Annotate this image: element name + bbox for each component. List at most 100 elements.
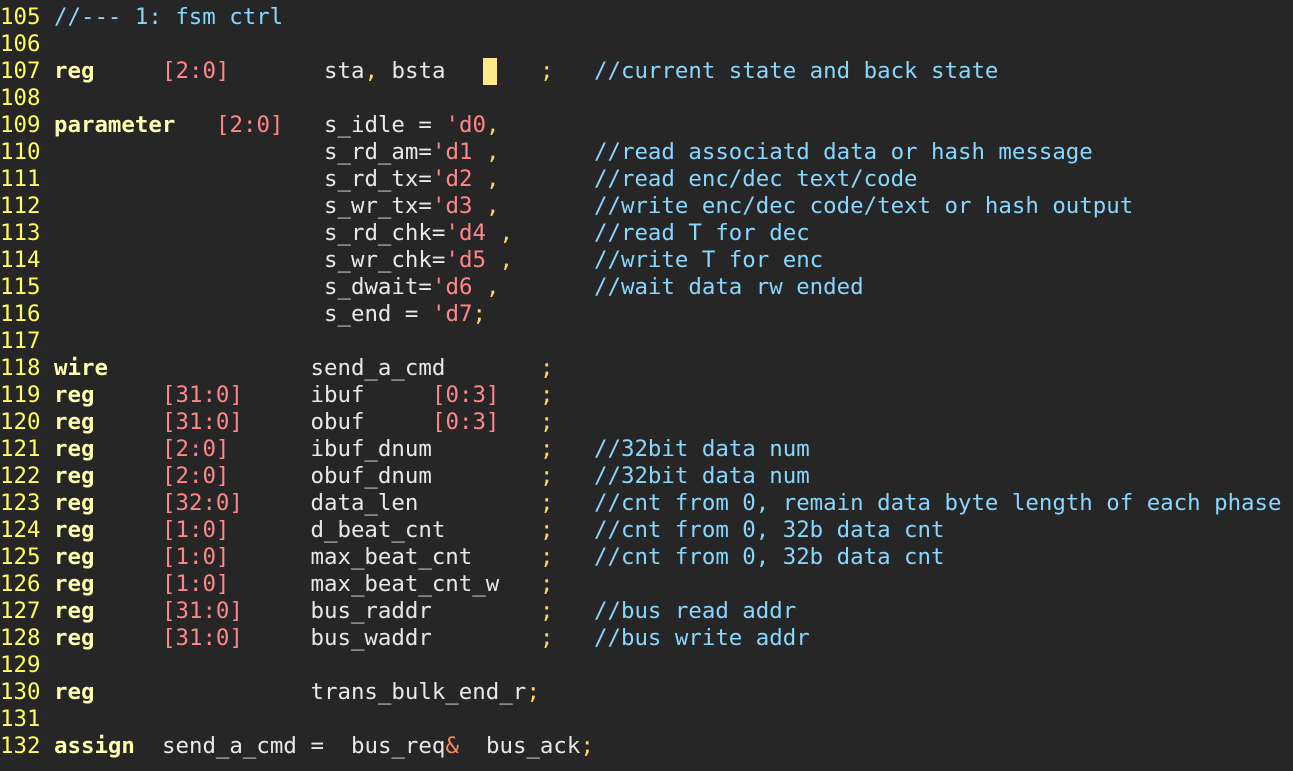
code-token-comment: //cnt from 0, 32b data cnt — [594, 517, 945, 543]
code-line[interactable]: 108 — [0, 85, 1293, 112]
code-line[interactable]: 119 reg [31:0] ibuf [0:3]; — [0, 382, 1293, 409]
code-token-keyword: reg — [54, 463, 95, 489]
code-token-comment: //write T for enc — [594, 247, 824, 273]
code-token-identifier: s_dwait= — [324, 274, 432, 300]
code-line[interactable]: 122 reg [2:0] obuf_dnum; //32bit data num — [0, 463, 1293, 490]
code-token-punctuation: ; — [540, 463, 554, 489]
line-number: 125 — [0, 544, 41, 570]
code-token-punctuation: , — [486, 139, 500, 165]
line-number: 129 — [0, 652, 41, 678]
code-line[interactable]: 116 s_end = 'd7; — [0, 301, 1293, 328]
code-token-punctuation: , — [364, 58, 378, 84]
code-token-identifier: s_idle = — [324, 112, 432, 138]
code-line[interactable]: 124 reg [1:0] d_beat_cnt; //cnt from 0, 32b … — [0, 517, 1293, 544]
code-editor[interactable]: 105 //--- 1: fsm ctrl 106 107 reg [2:0] sta, bs… — [0, 0, 1293, 771]
code-line[interactable]: 131 — [0, 706, 1293, 733]
code-token-keyword: reg — [54, 679, 95, 705]
code-token-identifier: send_a_cmd — [310, 355, 446, 381]
line-number: 109 — [0, 112, 41, 138]
code-token-keyword: parameter — [54, 112, 176, 138]
code-line[interactable]: 105 //--- 1: fsm ctrl — [0, 4, 1293, 31]
code-token-literal: [2:0] — [216, 112, 284, 138]
code-token-comment: //32bit data num — [594, 463, 810, 489]
code-line[interactable]: 132 assign send_a_cmd = bus_req & bus_ack; — [0, 733, 1293, 760]
code-line[interactable]: 121 reg [2:0] ibuf_dnum; //32bit data num — [0, 436, 1293, 463]
code-token-identifier: s_wr_chk= — [324, 247, 446, 273]
code-token-identifier: d_beat_cnt — [310, 517, 446, 543]
code-token-literal: [31:0] — [162, 382, 243, 408]
code-token-identifier: = — [310, 733, 324, 759]
code-line[interactable]: 127 reg [31:0] bus_raddr; //bus read addr — [0, 598, 1293, 625]
code-token-operator: & — [445, 733, 459, 759]
code-line[interactable]: 114 s_wr_chk='d5, //write T for enc — [0, 247, 1293, 274]
code-line[interactable]: 107 reg [2:0] sta, bsta; //current state and … — [0, 58, 1293, 85]
code-token-comment: //write enc/dec code/text or hash output — [594, 193, 1134, 219]
code-line[interactable]: 128 reg [31:0] bus_waddr; //bus write addr — [0, 625, 1293, 652]
line-number: 121 — [0, 436, 41, 462]
code-token-literal: [31:0] — [162, 625, 243, 651]
line-number: 116 — [0, 301, 41, 327]
code-token-identifier: bsta — [391, 58, 446, 84]
code-token-literal: [0:3] — [432, 409, 500, 435]
code-token-punctuation: ; — [540, 490, 554, 516]
code-line[interactable]: 106 — [0, 31, 1293, 58]
code-line[interactable]: 112 s_wr_tx='d3, //write enc/dec code/text… — [0, 193, 1293, 220]
code-token-punctuation: , — [486, 274, 500, 300]
code-token-identifier: bus_ack — [486, 733, 581, 759]
code-token-keyword: reg — [54, 436, 95, 462]
code-token-literal: 'd4 — [445, 220, 486, 246]
code-line[interactable]: 117 — [0, 328, 1293, 355]
code-line[interactable]: 126 reg [1:0] max_beat_cnt_w; — [0, 571, 1293, 598]
code-token-literal: [2:0] — [162, 463, 230, 489]
code-line[interactable]: 110 s_rd_am='d1, //read associatd data or … — [0, 139, 1293, 166]
line-number: 119 — [0, 382, 41, 408]
line-number: 105 — [0, 4, 41, 30]
code-line[interactable]: 111 s_rd_tx='d2, //read enc/dec text/code — [0, 166, 1293, 193]
code-token-keyword: reg — [54, 58, 95, 84]
code-line[interactable]: 129 — [0, 652, 1293, 679]
code-line[interactable]: 123 reg [32:0] data_len; //cnt from 0, remai… — [0, 490, 1293, 517]
code-token-literal: 'd7 — [432, 301, 473, 327]
code-token-identifier: s_rd_tx= — [324, 166, 432, 192]
code-token-punctuation: ; — [526, 679, 540, 705]
line-number: 114 — [0, 247, 41, 273]
code-token-literal: [2:0] — [162, 58, 230, 84]
code-token-punctuation: ; — [540, 571, 554, 597]
code-token-literal: 'd2 — [432, 166, 473, 192]
line-number: 132 — [0, 733, 41, 759]
code-line[interactable]: 120 reg [31:0] obuf [0:3]; — [0, 409, 1293, 436]
code-token-comment: //read T for dec — [594, 220, 810, 246]
code-token-punctuation: ; — [540, 409, 554, 435]
code-token-identifier: trans_bulk_end_r — [310, 679, 527, 705]
code-token-identifier: send_a_cmd — [162, 733, 297, 759]
line-number: 123 — [0, 490, 41, 516]
code-token-literal: [1:0] — [162, 571, 230, 597]
line-number: 117 — [0, 328, 41, 354]
code-token-keyword: assign — [54, 733, 135, 759]
line-number: 130 — [0, 679, 41, 705]
code-token-keyword: reg — [54, 409, 95, 435]
code-token-punctuation: ; — [540, 598, 554, 624]
code-token-comment: //32bit data num — [594, 436, 810, 462]
code-line[interactable]: 118 wire send_a_cmd; — [0, 355, 1293, 382]
code-line[interactable]: 125 reg [1:0] max_beat_cnt; //cnt from 0, 32… — [0, 544, 1293, 571]
code-token-comment: //cnt from 0, remain data byte length of… — [594, 490, 1282, 516]
code-line[interactable]: 113 s_rd_chk='d4, //read T for dec — [0, 220, 1293, 247]
line-number: 115 — [0, 274, 41, 300]
line-number: 110 — [0, 139, 41, 165]
line-number: 126 — [0, 571, 41, 597]
code-line[interactable]: 130 reg trans_bulk_end_r; — [0, 679, 1293, 706]
code-line[interactable]: 109 parameter [2:0] s_idle = 'd0, — [0, 112, 1293, 139]
code-token-identifier: bus_req — [351, 733, 446, 759]
code-token-comment: //wait data rw ended — [594, 274, 864, 300]
code-token-identifier: bus_waddr — [310, 625, 432, 651]
line-number: 131 — [0, 706, 41, 732]
code-line[interactable]: 115 s_dwait='d6, //wait data rw ended — [0, 274, 1293, 301]
code-token-keyword: reg — [54, 625, 95, 651]
code-token-identifier: max_beat_cnt — [310, 544, 473, 570]
line-number: 124 — [0, 517, 41, 543]
code-token-identifier: sta — [324, 58, 365, 84]
code-token-identifier: bus_raddr — [310, 598, 432, 624]
code-token-keyword: wire — [54, 355, 108, 381]
code-token-identifier: max_beat_cnt_w — [310, 571, 500, 597]
